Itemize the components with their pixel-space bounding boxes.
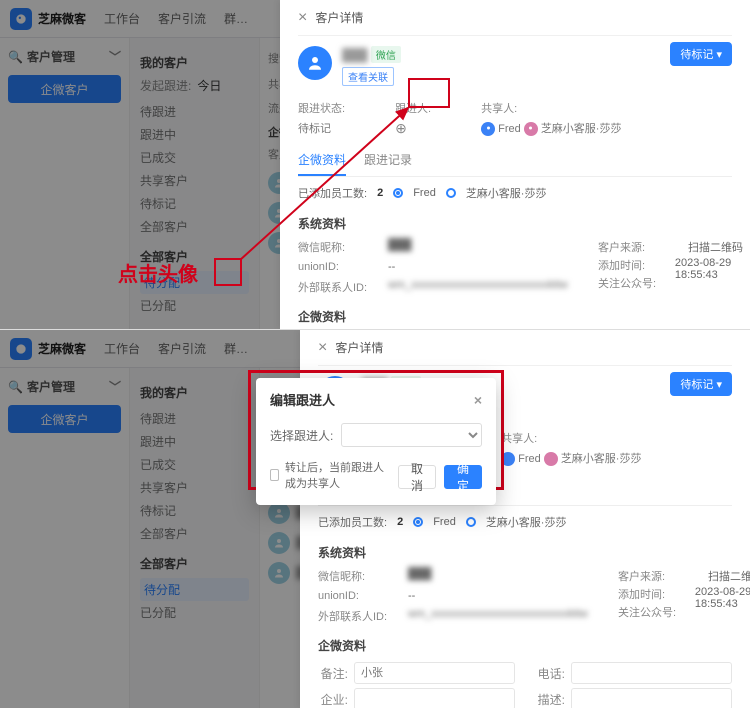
related-link[interactable]: 查看关联	[342, 67, 394, 86]
avatar-icon	[268, 502, 290, 524]
avatar-icon	[298, 46, 332, 80]
screenshot-top: 芝麻微客 工作台 客户引流 群… 🔍 客户管理 ﹀ 企微客户 我的客户 发起跟进…	[0, 0, 750, 330]
company-input[interactable]	[354, 688, 515, 708]
owner-select[interactable]	[341, 423, 482, 447]
wechat-tag: 微信	[371, 46, 401, 63]
edit-owner-dialog: 编辑跟进人 × 选择跟进人: 转让后，当前跟进人成为共享人 取 消 确 定	[256, 378, 496, 505]
brand: 芝麻微客	[10, 8, 86, 30]
avatar-icon	[268, 532, 290, 554]
transfer-checkbox[interactable]	[270, 469, 279, 481]
dialog-title: 编辑跟进人	[270, 390, 335, 409]
avatar-icon	[524, 122, 538, 136]
tag-status-button[interactable]: 待标记 ▾	[670, 372, 732, 396]
top-nav: 工作台 客户引流 群…	[104, 10, 248, 27]
phone-input[interactable]	[571, 662, 732, 684]
annotation-text: 点击头像	[118, 258, 198, 287]
enterprise-customer-button[interactable]: 企微客户	[8, 75, 121, 103]
mid-column: 我的客户 待跟进 跟进中 已成交 共享客户 待标记 全部客户 全部客户 待分配 …	[130, 368, 260, 708]
search-icon: 🔍	[8, 380, 23, 394]
chevron-down-icon: ﹀	[109, 48, 121, 65]
topnav-item[interactable]: 客户引流	[158, 10, 206, 27]
left-nav: 🔍客户管理﹀ 企微客户	[0, 368, 130, 708]
section-enterprise: 企微资料	[298, 308, 732, 325]
remark-input[interactable]	[354, 662, 515, 684]
checkbox-label: 转让后，当前跟进人成为共享人	[285, 459, 392, 491]
dialog-close-icon[interactable]: ×	[474, 392, 482, 408]
share-person: Fred 芝麻小客服·莎莎	[481, 120, 621, 136]
detail-title: 客户详情	[315, 9, 363, 26]
close-icon[interactable]: ×	[318, 339, 327, 357]
staff-radio[interactable]	[446, 188, 456, 198]
brand-name: 芝麻微客	[38, 10, 86, 27]
close-icon[interactable]: ×	[298, 9, 307, 27]
enterprise-customer-button[interactable]: 企微客户	[8, 405, 121, 433]
annotation-arrow-icon	[230, 100, 420, 270]
midcol-item[interactable]: 已分配	[140, 294, 249, 317]
search-icon: 🔍	[8, 50, 23, 64]
screenshot-bottom: 芝麻微客 工作台 客户引流 群… 🔍客户管理﹀ 企微客户 我的客户 待跟进 跟进…	[0, 330, 750, 708]
dialog-select-label: 选择跟进人:	[270, 427, 333, 444]
topnav-item[interactable]: 群…	[224, 10, 248, 27]
ok-button[interactable]: 确 定	[444, 465, 482, 489]
brand-logo-icon	[10, 8, 32, 30]
tag-status-button[interactable]: 待标记 ▾	[670, 42, 732, 66]
desc-input[interactable]	[571, 688, 732, 708]
topnav-item[interactable]: 工作台	[104, 10, 140, 27]
left-nav: 🔍 客户管理 ﹀ 企微客户	[0, 38, 130, 329]
avatar-icon	[268, 562, 290, 584]
brand-logo-icon	[10, 338, 32, 360]
leftnav-section: 客户管理	[27, 48, 75, 65]
avatar-icon	[481, 122, 495, 136]
midcol-section-my: 我的客户	[140, 54, 249, 71]
cancel-button[interactable]: 取 消	[398, 465, 436, 489]
